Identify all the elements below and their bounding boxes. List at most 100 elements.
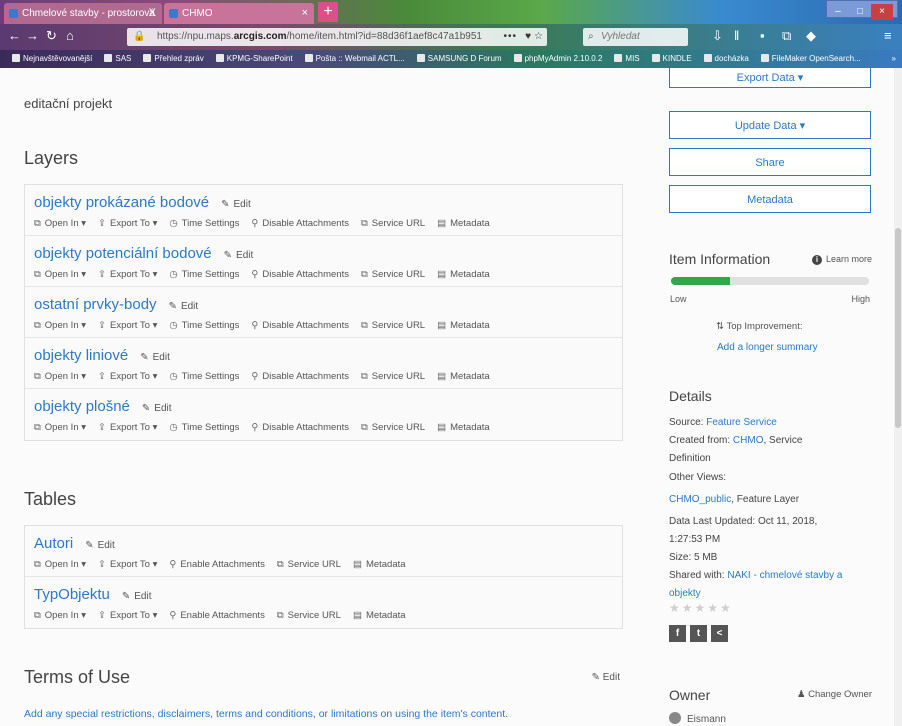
change-owner-button[interactable]: ♟ Change Owner bbox=[797, 689, 872, 700]
close-tab-icon[interactable]: × bbox=[302, 3, 308, 24]
shared-group-link-cont[interactable]: objekty bbox=[669, 588, 701, 599]
shared-group-link[interactable]: NAKI - chmelové stavby a bbox=[727, 570, 842, 581]
bookmark-item[interactable]: Pošta :: Webmail ACTL... bbox=[299, 50, 405, 68]
bookmark-item[interactable]: Přehled zpráv bbox=[137, 50, 204, 68]
open-in-button[interactable]: ⧉ Open In ▾ bbox=[34, 422, 86, 433]
open-in-button[interactable]: ⧉ Open In ▾ bbox=[34, 610, 86, 621]
browser-tab-chmelove[interactable]: Chmelové stavby - prostorová X bbox=[4, 3, 162, 24]
service-url-button[interactable]: ⧉ Service URL bbox=[361, 371, 425, 382]
time-settings-button[interactable]: ◷ Time Settings bbox=[169, 269, 239, 280]
extension-icon[interactable]: ▪ bbox=[760, 28, 765, 43]
service-url-button[interactable]: ⧉ Service URL bbox=[361, 320, 425, 331]
disable-attachments-button[interactable]: ⚲ Disable Attachments bbox=[251, 320, 349, 331]
pocket-icon[interactable]: ♥ bbox=[525, 28, 531, 46]
edit-link[interactable]: ✎ Edit bbox=[85, 540, 115, 551]
bookmark-item[interactable]: phpMyAdmin 2.10.0.2 bbox=[508, 50, 602, 68]
metadata-button[interactable]: ▤ Metadata bbox=[437, 269, 490, 280]
export-to-button[interactable]: ⇪ Export To ▾ bbox=[98, 610, 157, 621]
edit-link[interactable]: ✎ Edit bbox=[122, 591, 152, 602]
metadata-button[interactable]: ▤ Metadata bbox=[353, 559, 406, 570]
share-button[interactable]: Share bbox=[669, 148, 871, 176]
open-in-button[interactable]: ⧉ Open In ▾ bbox=[34, 559, 86, 570]
metadata-button[interactable]: ▤ Metadata bbox=[437, 422, 490, 433]
add-summary-link[interactable]: Add a longer summary bbox=[717, 342, 818, 353]
open-in-button[interactable]: ⧉ Open In ▾ bbox=[34, 218, 86, 229]
service-url-button[interactable]: ⧉ Service URL bbox=[361, 422, 425, 433]
edit-link[interactable]: ✎ Edit bbox=[140, 352, 170, 363]
table-row-name-link[interactable]: TypObjektu bbox=[34, 586, 110, 603]
layer-row-name-link[interactable]: objekty plošné bbox=[34, 398, 130, 415]
open-in-button[interactable]: ⧉ Open In ▾ bbox=[34, 371, 86, 382]
disable-attachments-button[interactable]: ⚲ Disable Attachments bbox=[251, 218, 349, 229]
metadata-button[interactable]: ▤ Metadata bbox=[353, 610, 406, 621]
metadata-button[interactable]: ▤ Metadata bbox=[437, 371, 490, 382]
learn-more-link[interactable]: i Learn more bbox=[811, 254, 872, 265]
created-from-link[interactable]: CHMO bbox=[733, 435, 764, 446]
edit-link[interactable]: ✎ Edit bbox=[169, 301, 199, 312]
other-views-link[interactable]: CHMO_public bbox=[669, 494, 731, 505]
layer-row-name-link[interactable]: objekty potenciální bodové bbox=[34, 245, 212, 262]
source-link[interactable]: Feature Service bbox=[706, 417, 777, 428]
addon-icon[interactable]: ◆ bbox=[806, 28, 816, 44]
owner-user[interactable]: Eismann bbox=[669, 712, 726, 725]
export-data-button[interactable]: Export Data ▾ bbox=[669, 68, 871, 88]
service-url-button[interactable]: ⧉ Service URL bbox=[361, 269, 425, 280]
library-icon[interactable]: ‖ bbox=[734, 28, 739, 43]
bookmark-item[interactable]: MIS bbox=[608, 50, 640, 68]
metadata-button[interactable]: ▤ Metadata bbox=[437, 320, 490, 331]
menu-icon[interactable]: ≡ bbox=[884, 28, 892, 43]
bookmark-item[interactable]: KPMG-SharePoint bbox=[210, 50, 293, 68]
layer-row-name-link[interactable]: ostatní prvky-body bbox=[34, 296, 157, 313]
disable-attachments-button[interactable]: ⚲ Disable Attachments bbox=[251, 269, 349, 280]
metadata-button[interactable]: Metadata bbox=[669, 185, 871, 213]
minimize-icon[interactable]: – bbox=[827, 4, 849, 20]
export-to-button[interactable]: ⇪ Export To ▾ bbox=[98, 218, 157, 229]
bookmark-item[interactable]: FileMaker OpenSearch... bbox=[755, 50, 861, 68]
export-to-button[interactable]: ⇪ Export To ▾ bbox=[98, 371, 157, 382]
page-actions-icon[interactable]: ••• bbox=[503, 28, 517, 46]
table-row-name-link[interactable]: Autori bbox=[34, 535, 73, 552]
facebook-icon[interactable]: f bbox=[669, 625, 686, 642]
rating-stars[interactable]: ★★★★★ bbox=[669, 601, 733, 615]
enable-attachments-button[interactable]: ⚲ Enable Attachments bbox=[169, 610, 264, 621]
forward-icon[interactable]: → bbox=[26, 28, 39, 43]
disable-attachments-button[interactable]: ⚲ Disable Attachments bbox=[251, 371, 349, 382]
layer-row-name-link[interactable]: objekty liniové bbox=[34, 347, 128, 364]
bookmark-item[interactable]: KINDLE bbox=[646, 50, 692, 68]
time-settings-button[interactable]: ◷ Time Settings bbox=[169, 371, 239, 382]
export-to-button[interactable]: ⇪ Export To ▾ bbox=[98, 422, 157, 433]
service-url-button[interactable]: ⧉ Service URL bbox=[277, 559, 341, 570]
service-url-button[interactable]: ⧉ Service URL bbox=[361, 218, 425, 229]
bookmarks-overflow-icon[interactable]: » bbox=[892, 50, 896, 68]
export-to-button[interactable]: ⇪ Export To ▾ bbox=[98, 269, 157, 280]
edit-link[interactable]: ✎ Edit bbox=[221, 199, 251, 210]
open-in-button[interactable]: ⧉ Open In ▾ bbox=[34, 269, 86, 280]
terms-placeholder-link[interactable]: Add any special restrictions, disclaimer… bbox=[24, 708, 508, 720]
time-settings-button[interactable]: ◷ Time Settings bbox=[169, 218, 239, 229]
back-icon[interactable]: ← bbox=[8, 28, 21, 43]
close-tab-icon[interactable]: X bbox=[149, 3, 156, 24]
screenshot-icon[interactable]: ⧉ bbox=[782, 28, 791, 44]
export-to-button[interactable]: ⇪ Export To ▾ bbox=[98, 320, 157, 331]
metadata-button[interactable]: ▤ Metadata bbox=[437, 218, 490, 229]
page-scrollbar[interactable] bbox=[894, 68, 902, 726]
disable-attachments-button[interactable]: ⚲ Disable Attachments bbox=[251, 422, 349, 433]
twitter-icon[interactable]: t bbox=[690, 625, 707, 642]
maximize-icon[interactable]: □ bbox=[849, 4, 871, 20]
bookmark-item[interactable]: SAMSUNG D Forum bbox=[411, 50, 502, 68]
edit-link[interactable]: ✎ Edit bbox=[142, 403, 172, 414]
browser-tab-chmo[interactable]: CHMO × bbox=[164, 3, 314, 24]
browser-search-input[interactable]: ⌕ Vyhledat bbox=[583, 28, 688, 46]
service-url-button[interactable]: ⧉ Service URL bbox=[277, 610, 341, 621]
bookmark-item[interactable]: SAS bbox=[98, 50, 131, 68]
new-tab-button[interactable]: + bbox=[318, 2, 338, 22]
bookmark-star-icon[interactable]: ☆ bbox=[534, 28, 543, 46]
reload-icon[interactable]: ↻ bbox=[46, 28, 57, 44]
scrollbar-thumb[interactable] bbox=[895, 228, 901, 428]
terms-edit-link[interactable]: ✎ Edit bbox=[592, 672, 620, 683]
export-to-button[interactable]: ⇪ Export To ▾ bbox=[98, 559, 157, 570]
url-bar[interactable]: 🔒 https://npu.maps.arcgis.com/home/item.… bbox=[127, 28, 547, 46]
share-link-icon[interactable]: < bbox=[711, 625, 728, 642]
time-settings-button[interactable]: ◷ Time Settings bbox=[169, 320, 239, 331]
layer-row-name-link[interactable]: objekty prokázané bodové bbox=[34, 194, 209, 211]
